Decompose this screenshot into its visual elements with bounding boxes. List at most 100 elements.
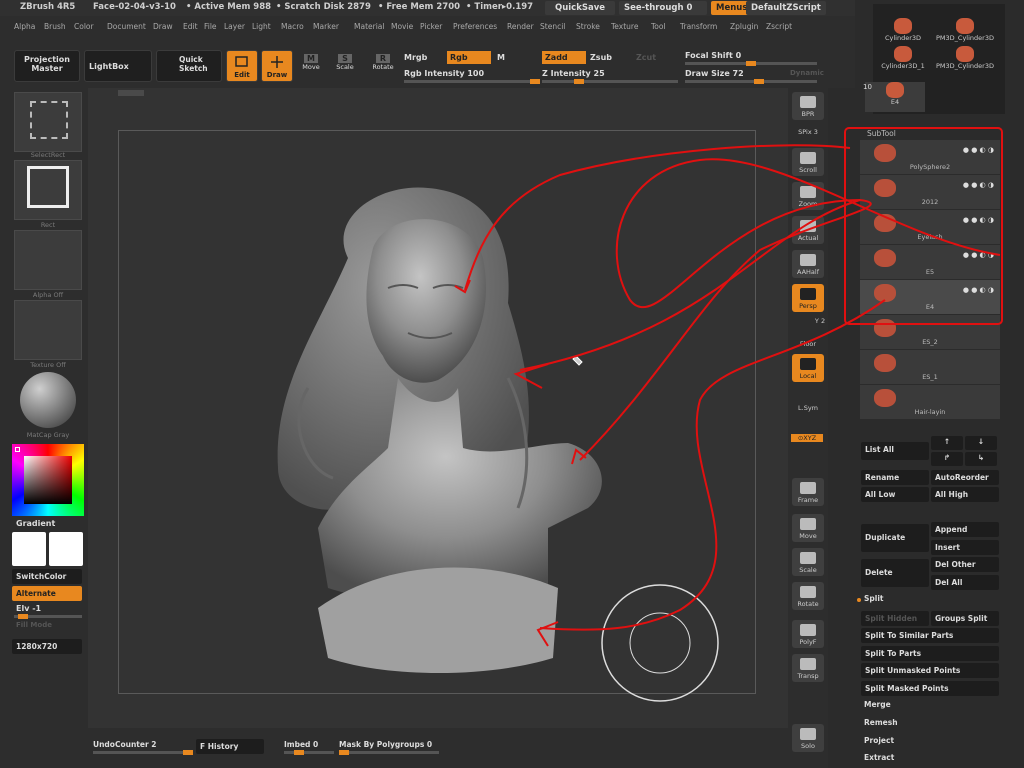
switch-color-button[interactable]: SwitchColor [12,569,82,584]
document-canvas[interactable] [88,88,788,728]
split-masked-button[interactable]: Split Masked Points [861,681,999,696]
mrgb-button[interactable]: Mrgb [404,53,427,62]
menu-item-movie[interactable]: Movie [391,22,413,31]
quick-sketch-button[interactable]: Quick Sketch [156,50,222,82]
draw-size-track[interactable] [685,79,817,84]
menu-item-macro[interactable]: Macro [281,22,304,31]
material-button[interactable] [14,370,82,430]
z-intensity-slider[interactable]: Z Intensity 25 [542,69,605,78]
zoom-button[interactable]: Zoom [792,182,824,210]
subtool-item[interactable]: ES_1 [860,350,1000,384]
duplicate-button[interactable]: Duplicate [861,524,929,552]
m-button[interactable]: M [497,53,505,62]
split-section[interactable]: Split [864,594,884,603]
split-hidden-button[interactable]: Split Hidden [861,611,929,626]
menu-item-document[interactable]: Document [107,22,146,31]
rgb-button[interactable]: Rgb [447,51,491,64]
insert-button[interactable]: Insert [931,540,999,555]
lightbox-button[interactable]: LightBox [84,50,152,82]
solo-button[interactable]: Solo [792,724,824,752]
edit-button[interactable]: Edit [226,50,258,82]
list-all-button[interactable]: List All [861,442,929,460]
del-other-button[interactable]: Del Other [931,557,999,572]
main-color-swatch[interactable] [12,532,46,566]
stroke-rect-button[interactable] [14,160,82,220]
subtool-reorder-arrow-icon[interactable]: ↓ [965,436,997,450]
menu-item-stencil[interactable]: Stencil [540,22,565,31]
menu-item-zscript[interactable]: Zscript [766,22,792,31]
draw-size-knob[interactable] [754,79,764,84]
z-intensity-track[interactable] [542,79,678,84]
actual-button[interactable]: Actual [792,216,824,244]
menu-item-render[interactable]: Render [507,22,534,31]
menu-item-light[interactable]: Light [252,22,271,31]
zcut-button[interactable]: Zcut [636,53,656,62]
subtool-toggle-icons[interactable]: ● ● ◐ ◑ [914,251,994,259]
local-button[interactable]: Local [792,354,824,382]
elv-knob[interactable] [18,614,28,619]
rename-button[interactable]: Rename [861,470,929,485]
mask-polygroups-knob[interactable] [339,750,349,755]
focal-shift-track[interactable] [685,61,817,66]
projection-master-button[interactable]: Projection Master [14,50,80,82]
undo-track[interactable] [93,750,193,755]
imbed-slider[interactable]: Imbed 0 [284,740,318,749]
subtool-item[interactable]: ● ● ◐ ◑ Eyelash [860,210,1000,244]
persp-button[interactable]: Persp [792,284,824,312]
menu-item-tool[interactable]: Tool [651,22,666,31]
sculpt-model[interactable] [88,88,788,728]
auto-reorder-button[interactable]: AutoReorder [931,470,999,485]
menu-item-file[interactable]: File [204,22,217,31]
subtool-reorder-arrow-icon[interactable]: ↑ [931,436,963,450]
imbed-track[interactable] [284,750,334,755]
rotation-gizmo-outer[interactable] [601,584,719,702]
menu-item-color[interactable]: Color [74,22,94,31]
subtool-item[interactable]: ● ● ◐ ◑ E5 [860,245,1000,279]
scale-button[interactable]: S Scale [334,54,356,71]
f-history-button[interactable]: F History [196,739,264,754]
menu-item-brush[interactable]: Brush [44,22,66,31]
tool-thumb[interactable]: PM3D_Cylinder3D [935,18,995,48]
gradient-button[interactable]: Gradient [16,519,55,528]
subtool-item[interactable]: ● ● ◐ ◑ PolySphere2 [860,140,1000,174]
move-view-button[interactable]: Move [792,514,824,542]
zadd-button[interactable]: Zadd [542,51,586,64]
menu-item-preferences[interactable]: Preferences [453,22,497,31]
texture-button[interactable] [14,300,82,360]
imbed-knob[interactable] [294,750,304,755]
menu-item-draw[interactable]: Draw [153,22,173,31]
mask-polygroups-track[interactable] [339,750,439,755]
tool-thumb[interactable]: Cylinder3D_1 [873,46,933,76]
rotate-button[interactable]: R Rotate [370,54,396,71]
elv-slider[interactable]: Elv -1 [16,604,41,613]
rotation-gizmo-inner[interactable] [629,612,691,674]
menu-item-marker[interactable]: Marker [313,22,339,31]
frame-button[interactable]: Frame [792,478,824,506]
subtool-reorder-arrow-icon[interactable]: ↱ [931,452,963,466]
rgb-intensity-knob[interactable] [530,79,540,84]
append-button[interactable]: Append [931,522,999,537]
subtool-item[interactable]: ● ● ◐ ◑ E4 [860,280,1000,314]
zsub-button[interactable]: Zsub [590,53,612,62]
bpr-button[interactable]: BPR [792,92,824,120]
xyz-button[interactable]: ⊙XYZ [791,434,823,442]
draw-button[interactable]: Draw [261,50,293,82]
groups-split-button[interactable]: Groups Split [931,611,999,626]
menu-item-edit[interactable]: Edit [183,22,198,31]
menu-item-material[interactable]: Material [354,22,384,31]
draw-size-slider[interactable]: Draw Size 72 [685,69,744,78]
spix-slider[interactable]: SPix 3 [788,128,828,136]
menu-item-texture[interactable]: Texture [611,22,638,31]
lsym-button[interactable]: L.Sym [788,404,828,412]
aahalf-button[interactable]: AAHalf [792,250,824,278]
all-high-button[interactable]: All High [931,487,999,502]
rgb-intensity-slider[interactable]: Rgb Intensity 100 [404,69,484,78]
z-intensity-knob[interactable] [574,79,584,84]
color-picker[interactable] [12,444,84,516]
scale-view-button[interactable]: Scale [792,548,824,576]
menu-item-zplugin[interactable]: Zplugin [730,22,758,31]
project-section[interactable]: Project [864,736,894,745]
floor-button[interactable]: Floor [788,340,828,348]
tool-thumb[interactable]: Cylinder3D [873,18,933,48]
split-similar-button[interactable]: Split To Similar Parts [861,628,999,643]
